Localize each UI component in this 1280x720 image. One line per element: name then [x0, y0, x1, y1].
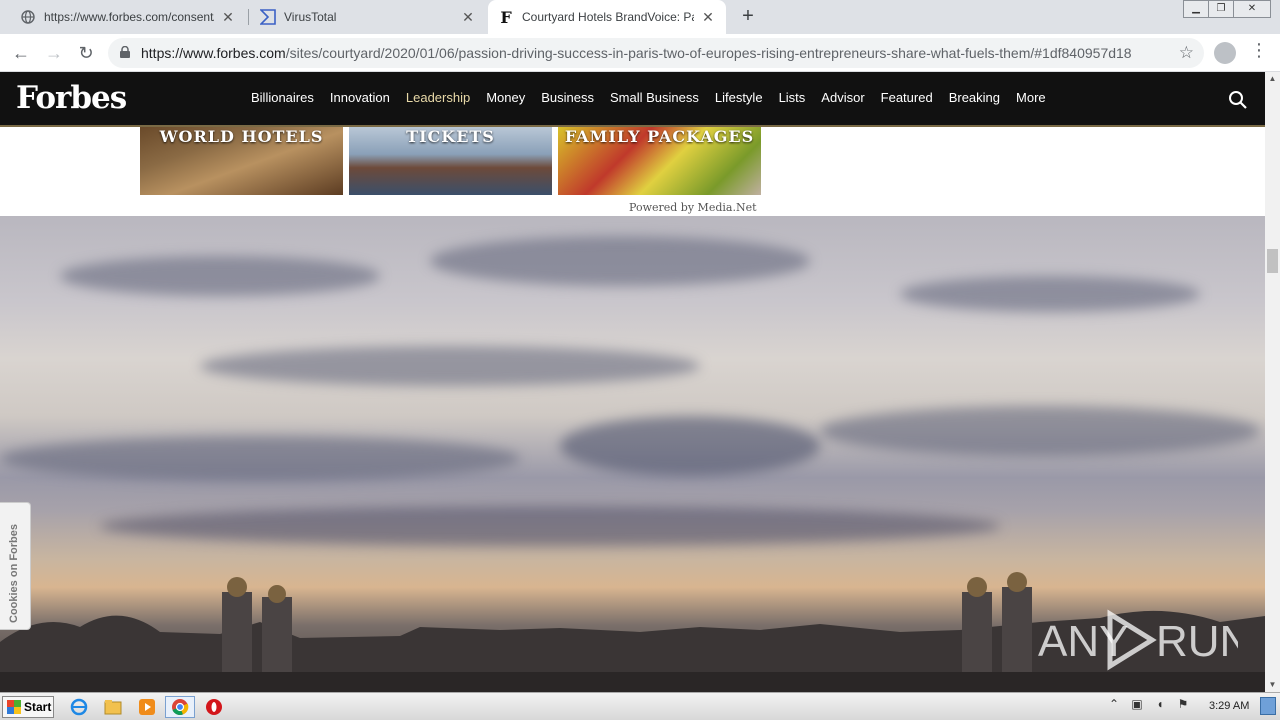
watermark-any: ANY — [1038, 617, 1128, 666]
start-label: Start — [24, 700, 52, 714]
media-player-icon[interactable] — [136, 697, 158, 717]
chrome-menu-icon[interactable]: ⋮ — [1250, 40, 1268, 61]
anyrun-watermark: ANY RUN — [1038, 609, 1238, 671]
nav-innovation[interactable]: Innovation — [330, 90, 390, 105]
nav-money[interactable]: Money — [486, 90, 525, 105]
ad-tile-world-hotels[interactable]: WORLD HOTELS — [140, 127, 343, 195]
cloud — [820, 406, 1260, 456]
show-hidden-icons-icon[interactable]: ⌃ — [1106, 697, 1122, 715]
opera-icon[interactable] — [203, 697, 225, 717]
nav-lifestyle[interactable]: Lifestyle — [715, 90, 763, 105]
nav-small-business[interactable]: Small Business — [610, 90, 699, 105]
ad-tile-family-packages[interactable]: FAMILY PACKAGES — [558, 127, 761, 195]
back-arrow-icon[interactable]: ← — [9, 41, 33, 65]
ad-tile-label: WORLD HOTELS — [159, 127, 324, 146]
nav-advisor[interactable]: Advisor — [821, 90, 864, 105]
tab-title: Courtyard Hotels BrandVoice: Passio — [522, 10, 694, 24]
windows-taskbar: Start ⌃ ▣ ◖ ⚑ 3:29 AM — [0, 692, 1280, 720]
show-desktop-button[interactable] — [1260, 697, 1276, 715]
virustotal-icon — [260, 9, 276, 25]
cookies-tab-label: Cookies on Forbes — [8, 523, 20, 623]
scroll-up-arrow-icon[interactable]: ▲ — [1265, 72, 1280, 86]
browser-toolbar: ← → ↻ https://www.forbes.com/sites/court… — [0, 34, 1280, 72]
cloud — [200, 346, 700, 386]
nav-more[interactable]: More — [1016, 90, 1046, 105]
url-text[interactable]: https://www.forbes.com/sites/courtyard/2… — [141, 45, 1171, 61]
chrome-icon[interactable] — [165, 696, 195, 718]
ad-strip: WORLD HOTELS TICKETS FAMILY PACKAGES Pow… — [0, 127, 1265, 216]
ad-tile-tickets[interactable]: TICKETS — [349, 127, 552, 195]
tab-title: VirusTotal — [284, 10, 337, 24]
cloud — [100, 506, 1000, 546]
windows-flag-icon — [7, 700, 21, 714]
cloud — [430, 236, 810, 286]
cloud — [0, 436, 520, 481]
forward-arrow-icon[interactable]: → — [42, 41, 66, 65]
cloud — [560, 416, 820, 476]
close-icon[interactable]: ✕ — [220, 9, 236, 26]
close-icon[interactable]: ✕ — [700, 9, 716, 26]
forbes-header: Forbes Billionaires Innovation Leadershi… — [0, 72, 1265, 127]
url-path: /sites/courtyard/2020/01/06/passion-driv… — [285, 45, 1132, 61]
nav-lists[interactable]: Lists — [779, 90, 806, 105]
minimize-button[interactable]: ▁ — [1183, 0, 1209, 18]
search-icon[interactable] — [1228, 90, 1248, 110]
ad-tile-label: FAMILY PACKAGES — [564, 127, 755, 146]
page-scrollbar[interactable]: ▲ ▼ — [1265, 72, 1280, 692]
taskbar-clock[interactable]: 3:29 AM — [1209, 700, 1249, 712]
volume-icon[interactable]: ◖ — [1152, 697, 1168, 715]
action-center-flag-icon[interactable]: ⚑ — [1175, 697, 1191, 715]
cloud — [60, 256, 380, 296]
address-bar[interactable]: https://www.forbes.com/sites/courtyard/2… — [108, 38, 1204, 68]
nav-featured[interactable]: Featured — [881, 90, 933, 105]
scroll-down-arrow-icon[interactable]: ▼ — [1265, 678, 1280, 692]
watermark-run: RUN — [1156, 617, 1238, 666]
tab-divider — [248, 9, 249, 25]
tab-strip: https://www.forbes.com/consent/?t ✕ Viru… — [0, 0, 1280, 34]
tab-virustotal[interactable]: VirusTotal ✕ — [250, 0, 486, 34]
lock-icon — [120, 46, 130, 58]
network-icon[interactable]: ▣ — [1129, 697, 1145, 715]
nav-business[interactable]: Business — [541, 90, 594, 105]
tab-title: https://www.forbes.com/consent/?t — [44, 10, 214, 24]
system-tray: ⌃ ▣ ◖ ⚑ — [1106, 697, 1198, 715]
file-explorer-icon[interactable] — [102, 697, 124, 717]
close-window-button[interactable]: ✕ — [1233, 0, 1271, 18]
bookmark-star-icon[interactable]: ☆ — [1179, 43, 1194, 63]
forbes-f-icon: F — [500, 7, 512, 27]
new-tab-button[interactable]: + — [736, 5, 760, 29]
profile-avatar-icon[interactable] — [1214, 42, 1236, 64]
tab-forbes-consent[interactable]: https://www.forbes.com/consent/?t ✕ — [10, 0, 246, 34]
forbes-logo[interactable]: Forbes — [16, 80, 127, 116]
cookies-on-forbes-tab[interactable]: Cookies on Forbes — [0, 502, 31, 630]
powered-by-text[interactable]: Powered by Media.Net — [629, 201, 757, 214]
nav-leadership[interactable]: Leadership — [406, 90, 470, 105]
internet-explorer-icon[interactable] — [68, 697, 90, 717]
nav-breaking[interactable]: Breaking — [949, 90, 1000, 105]
restore-button[interactable]: ❐ — [1208, 0, 1234, 18]
main-nav: Billionaires Innovation Leadership Money… — [243, 90, 1054, 105]
cloud — [900, 276, 1200, 312]
close-icon[interactable]: ✕ — [460, 9, 476, 26]
reload-icon[interactable]: ↻ — [74, 41, 98, 65]
ad-tile-label: TICKETS — [406, 127, 495, 146]
start-button[interactable]: Start — [2, 696, 54, 718]
tab-courtyard-forbes[interactable]: F Courtyard Hotels BrandVoice: Passio ✕ — [488, 0, 726, 34]
nav-billionaires[interactable]: Billionaires — [251, 90, 314, 105]
scroll-thumb[interactable] — [1267, 249, 1278, 273]
globe-icon — [20, 9, 36, 25]
url-host: https://www.forbes.com — [141, 45, 286, 61]
